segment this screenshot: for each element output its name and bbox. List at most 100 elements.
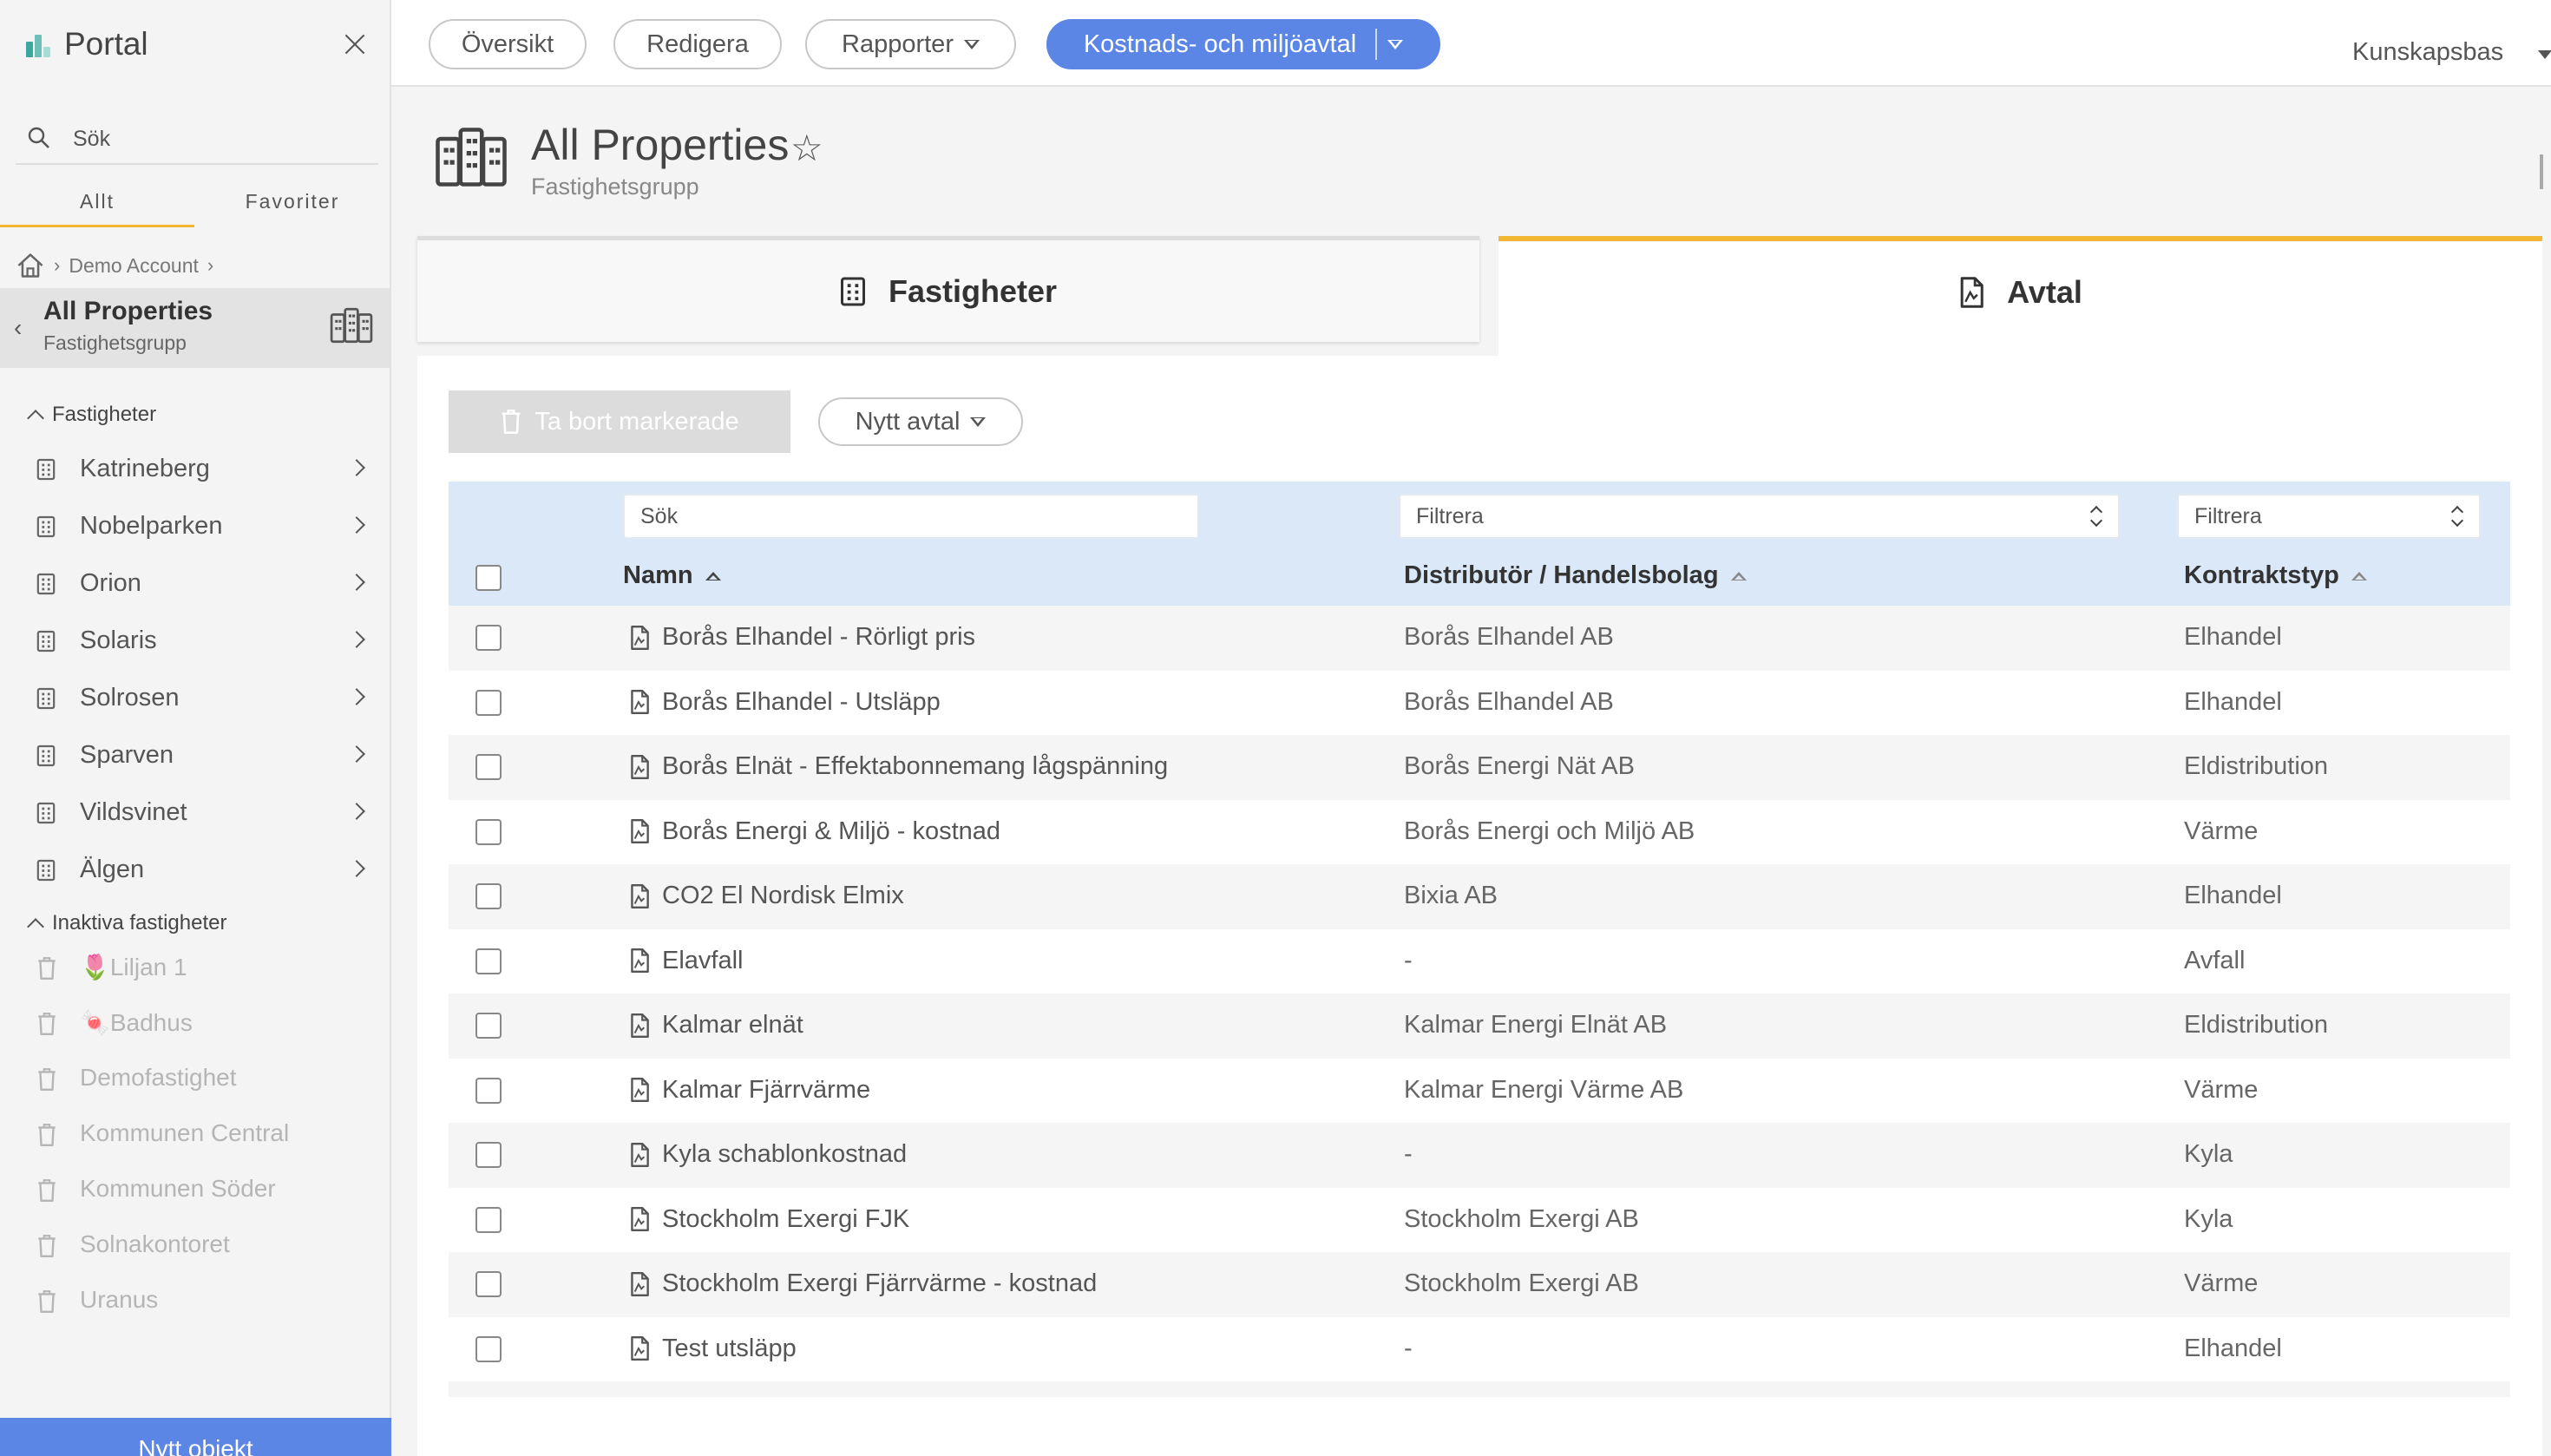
star-icon[interactable]: ☆ — [790, 127, 823, 169]
select-all-checkbox[interactable] — [475, 565, 502, 591]
row-checkbox[interactable] — [475, 1335, 502, 1362]
nav-overview-button[interactable]: Översikt — [429, 19, 587, 69]
column-header-name[interactable]: Namn — [623, 561, 721, 590]
sidebar-inactive-item[interactable]: 🌷Liljan 1 — [0, 942, 390, 998]
caret-down-icon — [963, 39, 980, 49]
cell-name: Stockholm Exergi Fjärrvärme - kostnad — [629, 1269, 1097, 1298]
sidebar-inactive-item[interactable]: Kommunen Söder — [0, 1164, 390, 1220]
chevron-right-icon[interactable] — [348, 860, 365, 877]
building-icon — [36, 573, 56, 595]
agreement-name-link[interactable]: Elavfall — [662, 947, 744, 975]
chevron-right-icon[interactable] — [348, 574, 365, 591]
caret-down-icon[interactable] — [1387, 39, 1404, 49]
document-icon — [629, 689, 650, 715]
sidebar-inactive-item[interactable]: 🍬Badhus — [0, 998, 390, 1053]
sidebar-property-item[interactable]: Katrineberg — [0, 441, 390, 498]
agreement-name-link[interactable]: CO2 El Nordisk Elmix — [662, 882, 904, 910]
chevron-right-icon[interactable] — [348, 459, 365, 476]
column-header-distributor[interactable]: Distributör / Handelsbolag — [1404, 561, 1747, 590]
close-icon[interactable] — [342, 31, 368, 57]
sidebar-search-input[interactable] — [73, 123, 368, 154]
row-checkbox[interactable] — [475, 625, 502, 651]
trash-icon — [36, 1067, 57, 1092]
agreements-panel: Ta bort markerade Nytt avtal Filtrera Fi… — [417, 356, 2542, 1456]
delete-selected-button[interactable]: Ta bort markerade — [449, 390, 790, 453]
chevron-right-icon[interactable] — [348, 516, 365, 534]
inactive-section-header[interactable]: Inaktiva fastigheter — [27, 911, 226, 935]
agreement-name-link[interactable]: Borås Elnät - Effektabonnemang lågspänni… — [662, 752, 1168, 781]
caret-down-icon[interactable] — [2538, 50, 2551, 59]
table-row: CO2 El Nordisk Elmix Bixia AB Elhandel — [449, 864, 2510, 929]
sidebar-inactive-label: Kommunen Central — [80, 1119, 290, 1146]
chevron-right-icon[interactable] — [348, 631, 365, 648]
search-icon — [28, 127, 49, 148]
cell-distributor: Stockholm Exergi AB — [1404, 1204, 1639, 1233]
sidebar-inactive-item[interactable]: Uranus — [0, 1276, 390, 1331]
type-filter-label: Filtrera — [2194, 504, 2262, 528]
document-icon — [629, 1013, 650, 1039]
sidebar-property-item[interactable]: Nobelparken — [0, 498, 390, 555]
column-header-type[interactable]: Kontraktstyp — [2184, 561, 2367, 590]
table-body: Borås Elhandel - Rörligt pris Borås Elhan… — [449, 606, 2510, 1381]
breadcrumb-account[interactable]: Demo Account — [69, 254, 199, 278]
tab-favorites[interactable]: Favoriter — [195, 182, 390, 227]
sidebar-inactive-item[interactable]: Solnakontoret — [0, 1220, 390, 1276]
row-checkbox[interactable] — [475, 1013, 502, 1039]
agreement-name-link[interactable]: Borås Energi & Miljö - kostnad — [662, 817, 1000, 846]
row-checkbox[interactable] — [475, 754, 502, 780]
chevron-right-icon[interactable] — [348, 688, 365, 705]
agreement-name-link[interactable]: Stockholm Exergi Fjärrvärme - kostnad — [662, 1269, 1097, 1298]
cell-name: Borås Elhandel - Rörligt pris — [629, 623, 975, 652]
nav-cost-label: Kostnads- och miljöavtal — [1083, 30, 1357, 58]
agreement-name-link[interactable]: Kyla schablonkostnad — [662, 1140, 907, 1169]
knowledge-base-link[interactable]: Kunskapsbas — [2352, 38, 2503, 67]
type-filter-select[interactable]: Filtrera — [2177, 494, 2481, 539]
cell-name: Kalmar elnät — [629, 1011, 803, 1040]
current-group[interactable]: ‹ All Properties Fastighetsgrupp — [0, 288, 390, 368]
nav-reports-button[interactable]: Rapporter — [805, 19, 1016, 69]
sidebar-property-item[interactable]: Solrosen — [0, 670, 390, 727]
row-checkbox[interactable] — [475, 1206, 502, 1233]
sidebar-property-item[interactable]: Orion — [0, 555, 390, 613]
row-checkbox[interactable] — [475, 1271, 502, 1297]
sidebar-property-item[interactable]: Vildsvinet — [0, 784, 390, 842]
sidebar-property-item[interactable]: Solaris — [0, 613, 390, 670]
chevron-left-icon[interactable]: ‹ — [14, 314, 22, 342]
agreement-name-link[interactable]: Stockholm Exergi FJK — [662, 1205, 909, 1234]
row-checkbox[interactable] — [475, 818, 502, 845]
cell-type: Eldistribution — [2184, 752, 2329, 780]
sidebar-property-item[interactable]: Sparven — [0, 727, 390, 784]
agreement-name-link[interactable]: Borås Elhandel - Rörligt pris — [662, 623, 975, 652]
tab-agreements-label: Avtal — [2007, 274, 2082, 310]
row-checkbox[interactable] — [475, 948, 502, 974]
cell-distributor: - — [1404, 1140, 1413, 1168]
row-checkbox[interactable] — [475, 1142, 502, 1168]
cell-name: Borås Energi & Miljö - kostnad — [629, 817, 1000, 846]
sidebar-inactive-item[interactable]: Demofastighet — [0, 1053, 390, 1109]
sidebar-inactive-item[interactable]: Kommunen Central — [0, 1109, 390, 1164]
new-object-button[interactable]: Nytt objekt — [0, 1418, 391, 1456]
chevron-right-icon[interactable] — [348, 745, 365, 763]
tab-agreements[interactable]: Avtal — [1498, 236, 2542, 357]
row-checkbox[interactable] — [475, 883, 502, 909]
agreement-name-link[interactable]: Kalmar Fjärrvärme — [662, 1076, 870, 1105]
nav-cost-agreements-button[interactable]: Kostnads- och miljöavtal — [1046, 19, 1440, 69]
sidebar-property-label: Solrosen — [80, 684, 180, 712]
tab-all[interactable]: Allt — [0, 182, 194, 227]
properties-section-header[interactable]: Fastigheter — [27, 403, 156, 427]
agreement-name-link[interactable]: Kalmar elnät — [662, 1011, 803, 1040]
home-icon[interactable] — [16, 252, 45, 279]
table-row: Stockholm Exergi FJK Stockholm Exergi AB K… — [449, 1188, 2510, 1253]
agreement-name-link[interactable]: Test utsläpp — [662, 1335, 797, 1363]
row-checkbox[interactable] — [475, 689, 502, 716]
agreement-name-link[interactable]: Borås Elhandel - Utsläpp — [662, 688, 941, 717]
table-row: Kalmar elnät Kalmar Energi Elnät AB Eldist… — [449, 994, 2510, 1059]
row-checkbox[interactable] — [475, 1077, 502, 1104]
distributor-filter-select[interactable]: Filtrera — [1399, 494, 2120, 539]
name-search-input[interactable] — [623, 494, 1199, 539]
sidebar-property-item[interactable]: Älgen — [0, 842, 390, 899]
new-agreement-button[interactable]: Nytt avtal — [818, 397, 1023, 446]
tab-properties[interactable]: Fastigheter — [417, 236, 1479, 342]
chevron-right-icon[interactable] — [348, 803, 365, 820]
nav-edit-button[interactable]: Redigera — [613, 19, 782, 69]
